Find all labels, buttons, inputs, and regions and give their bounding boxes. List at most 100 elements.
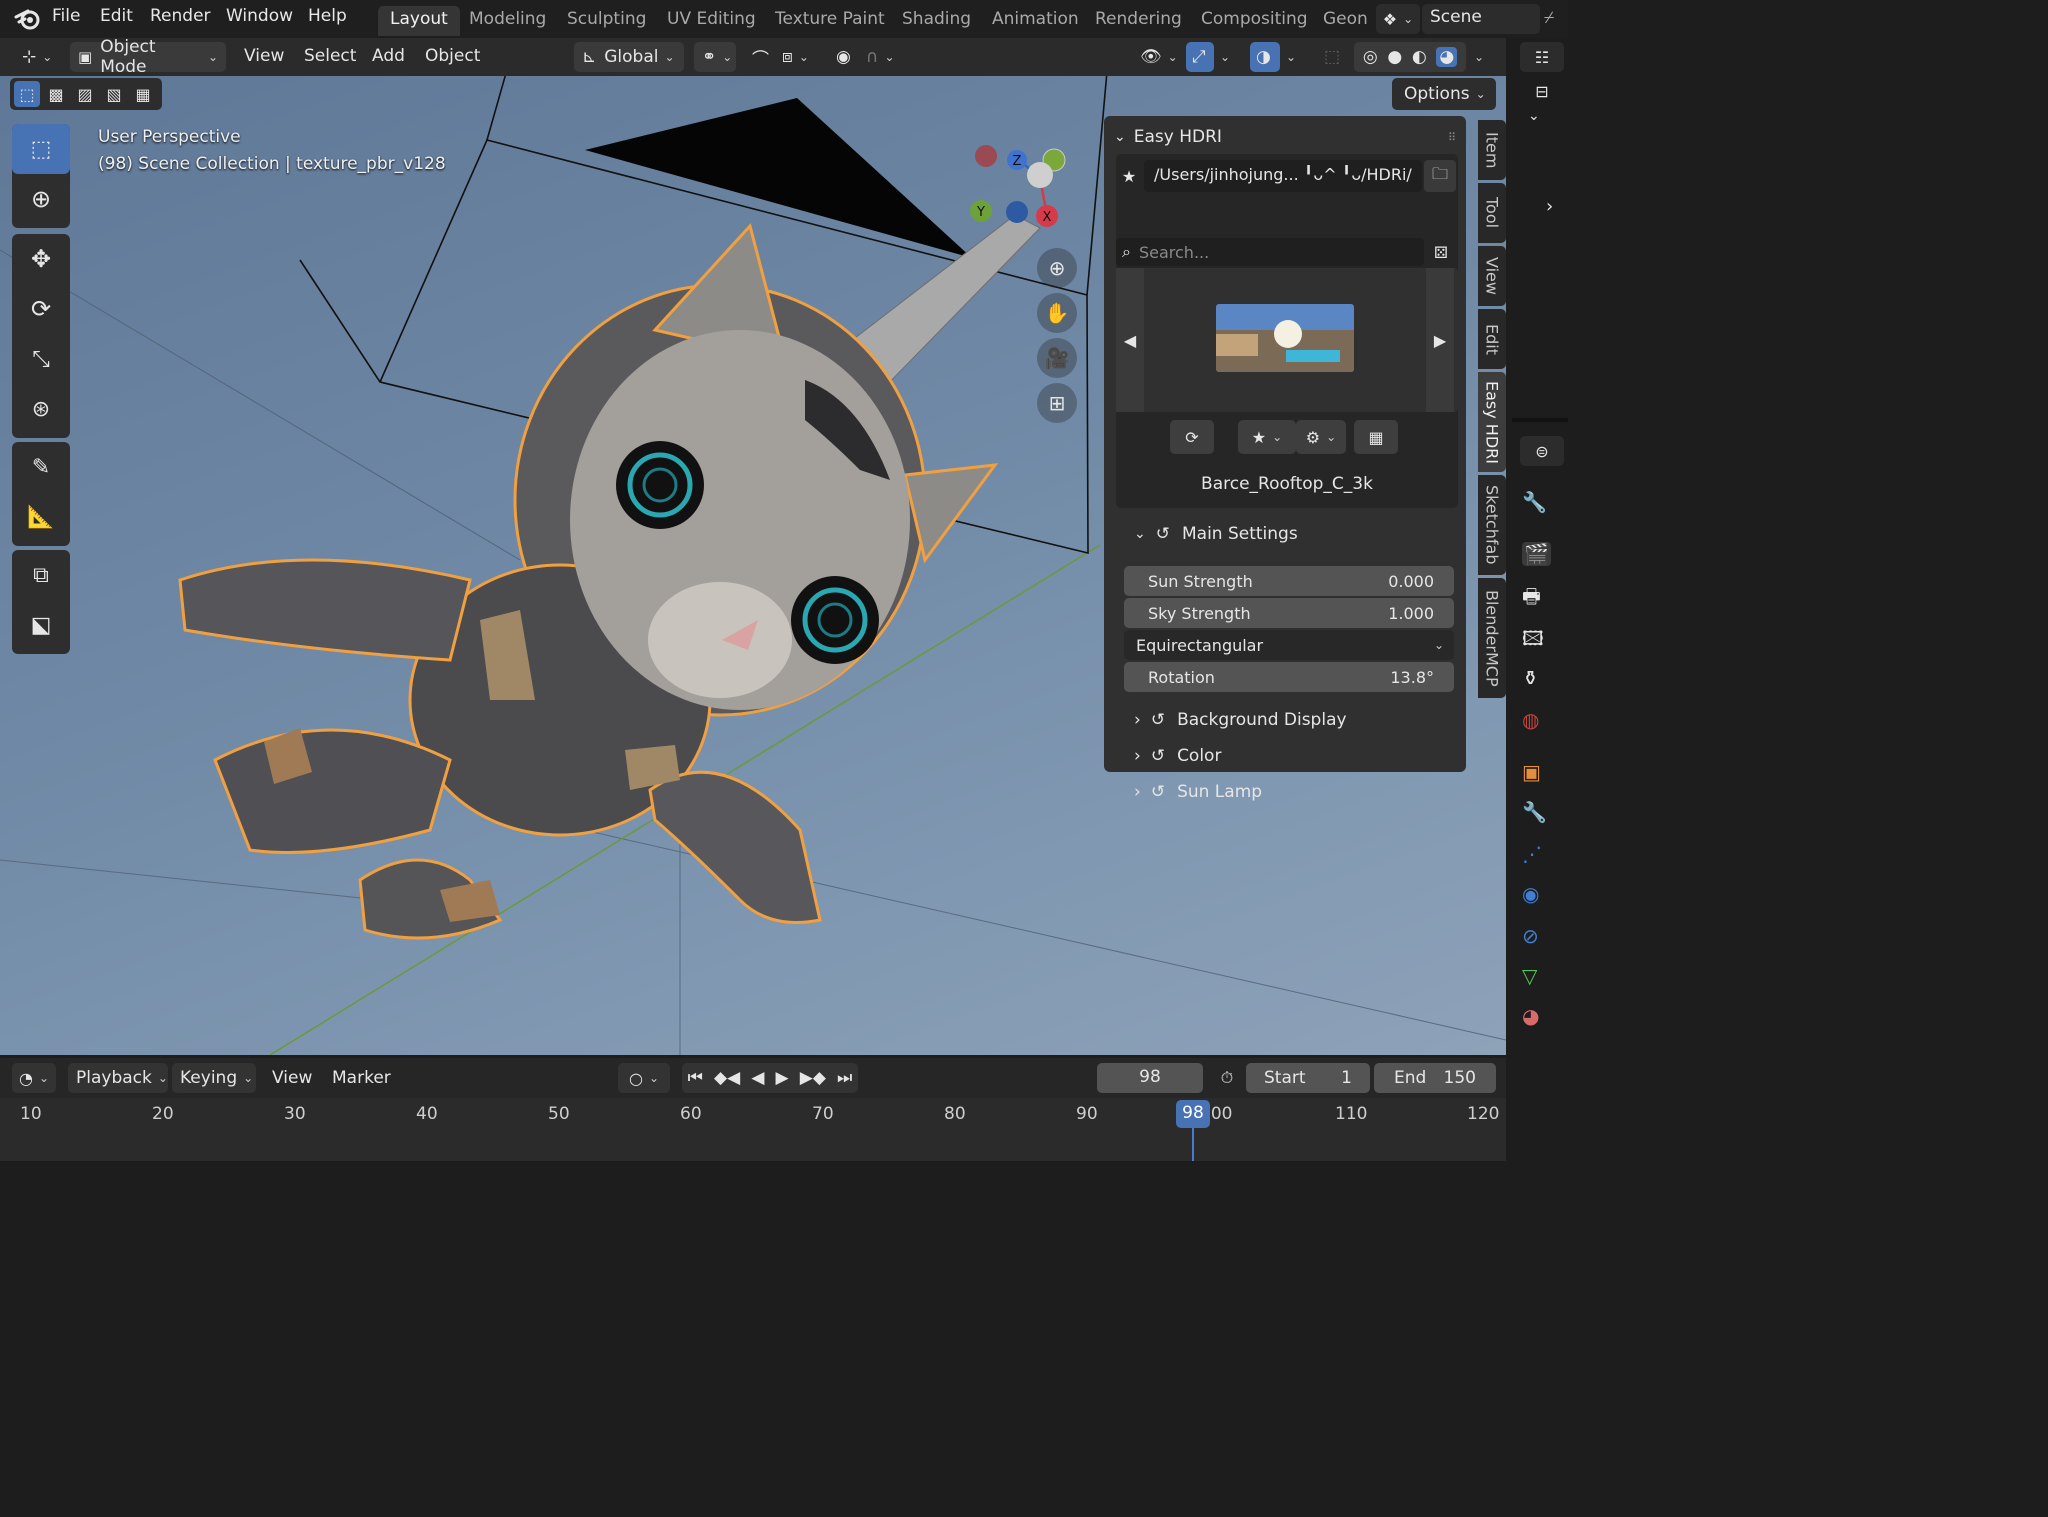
timeline-menu-view[interactable]: View (272, 1068, 312, 1088)
navigation-gizmo[interactable]: Z Y X (965, 138, 1075, 238)
chevron-down-icon[interactable]: ⌄ (1528, 108, 1540, 124)
options-dropdown[interactable]: Options ⌄ (1392, 78, 1496, 110)
transform-orientation-dropdown[interactable]: ⊾ Global ⌄ (574, 42, 684, 72)
menu-render[interactable]: Render (150, 6, 211, 26)
menu-window[interactable]: Window (226, 6, 293, 26)
select-new-icon[interactable]: ⬚ (14, 81, 40, 107)
gizmo-toggle[interactable]: ⤢ (1186, 42, 1214, 72)
scene-selector-button[interactable]: ❖ ⌄ (1376, 4, 1420, 34)
tool-select-box[interactable]: ⬚ (12, 124, 70, 174)
tool-modify[interactable]: ⬕ (12, 600, 70, 650)
favorites-dropdown[interactable]: ★ ⌄ (1238, 420, 1296, 454)
sidebar-tab-blendermcp[interactable]: BlenderMCP (1478, 578, 1506, 698)
play-reverse-icon[interactable]: ◀ (751, 1068, 764, 1088)
proportional-edit-toggle[interactable]: ◉ (828, 42, 858, 72)
tool-annotate[interactable]: ✎ (12, 442, 70, 492)
sidebar-tab-edit[interactable]: Edit (1478, 309, 1506, 369)
blender-logo-icon[interactable] (14, 5, 42, 35)
settings-dropdown[interactable]: ⚙ ⌄ (1296, 420, 1346, 454)
menu-help[interactable]: Help (308, 6, 347, 26)
menu-add[interactable]: Add (372, 46, 405, 66)
wireframe-shading-icon[interactable]: ◎ (1363, 47, 1378, 67)
sidebar-tab-item[interactable]: Item (1478, 120, 1506, 180)
reset-icon[interactable]: ↺ (1151, 746, 1165, 766)
rendered-shading-icon[interactable]: ◕ (1436, 47, 1458, 67)
preview-range-toggle[interactable]: ⏱ (1212, 1063, 1242, 1093)
refresh-hdri-button[interactable]: ⟳ (1170, 420, 1214, 454)
xray-toggle[interactable]: ⬚ (1318, 42, 1348, 72)
tool-add-cube[interactable]: ⧉ (12, 550, 70, 600)
rotation-field[interactable]: Rotation 13.8° (1124, 662, 1454, 692)
scene-properties-icon[interactable]: ⚱ (1522, 666, 1539, 690)
sidebar-tab-sketchfab[interactable]: Sketchfab (1478, 475, 1506, 575)
tool-rotate[interactable]: ⟳ (12, 284, 70, 334)
menu-object[interactable]: Object (425, 46, 480, 66)
hdri-search-input[interactable]: ⌕ Search... (1116, 238, 1424, 266)
properties-editor-type-button[interactable]: ⊜ (1520, 436, 1564, 466)
workspace-tab-uv-editing[interactable]: UV Editing (655, 6, 768, 36)
drag-handle-icon[interactable]: ⠿ (1448, 131, 1456, 144)
workspace-tab-geometry-nodes[interactable]: Geon (1311, 6, 1367, 36)
play-icon[interactable]: ▶ (776, 1068, 789, 1088)
view-layer-properties-icon[interactable]: 🖾 (1522, 624, 1544, 658)
workspace-tab-layout[interactable]: Layout (378, 6, 460, 36)
checker-preview-button[interactable]: ▦ (1354, 420, 1398, 454)
start-frame-field[interactable]: Start 1 (1246, 1063, 1370, 1093)
playhead-frame-badge[interactable]: 98 (1176, 1100, 1210, 1128)
select-intersect-icon[interactable]: ▦ (130, 81, 156, 107)
material-preview-shading-icon[interactable]: ◐ (1412, 47, 1427, 67)
favorite-path-button[interactable]: ★ (1116, 160, 1142, 192)
workspace-tab-animation[interactable]: Animation (980, 6, 1091, 36)
workspace-tab-rendering[interactable]: Rendering (1083, 6, 1194, 36)
shading-dropdown[interactable]: ⌄ (1468, 42, 1496, 72)
workspace-tab-sculpting[interactable]: Sculpting (555, 6, 658, 36)
visibility-dropdown[interactable]: 👁 ⌄ (1132, 42, 1178, 72)
sun-lamp-section-header[interactable]: › ↺ Sun Lamp (1134, 782, 1262, 802)
pan-view-button[interactable]: ✋ (1037, 293, 1077, 333)
end-frame-field[interactable]: End 150 (1374, 1063, 1496, 1093)
workspace-tab-modeling[interactable]: Modeling (457, 6, 558, 36)
next-hdri-button[interactable]: ▶ (1426, 268, 1454, 412)
modifier-properties-icon[interactable]: 🔧 (1522, 800, 1547, 824)
reset-icon[interactable]: ↺ (1151, 782, 1165, 802)
timeline-menu-marker[interactable]: Marker (332, 1068, 391, 1088)
overlays-toggle[interactable]: ◑ (1250, 42, 1280, 72)
projection-dropdown[interactable]: Equirectangular ⌄ (1124, 630, 1454, 660)
constraints-properties-icon[interactable]: ⊘ (1522, 924, 1539, 948)
camera-view-button[interactable]: 🎥 (1037, 338, 1077, 378)
pivot-point-dropdown[interactable]: ⚭ ⌄ (694, 42, 736, 72)
zoom-view-button[interactable]: ⊕ (1037, 248, 1077, 288)
random-hdri-button[interactable]: ⚄ (1426, 238, 1456, 266)
sun-strength-field[interactable]: Sun Strength 0.000 (1124, 566, 1454, 596)
sidebar-tab-easy-hdri[interactable]: Easy HDRI (1478, 372, 1506, 472)
jump-keyframe-forward-icon[interactable]: ▶◆ (800, 1068, 826, 1088)
hdri-path-field[interactable]: /Users/jinhojung... ╹ᴗ^ ╹ᴗ/HDRi/ (1144, 160, 1422, 192)
world-properties-icon[interactable]: ◍ (1522, 708, 1539, 732)
area-divider[interactable] (1512, 418, 1568, 422)
sidebar-tab-view[interactable]: View (1478, 246, 1506, 306)
tool-move[interactable]: ✥ (12, 234, 70, 284)
jump-keyframe-back-icon[interactable]: ◆◀ (714, 1068, 740, 1088)
reset-icon[interactable]: ↺ (1156, 524, 1170, 544)
outliner-filter-button[interactable]: ⊟ (1526, 78, 1558, 104)
tool-scale[interactable]: ⤡ (12, 334, 70, 384)
jump-end-icon[interactable]: ⏭ (837, 1068, 852, 1088)
3d-viewport[interactable]: ⊹ ⌄ ▣ Object Mode ⌄ View Select Add Object… (0, 38, 1506, 1055)
select-invert-icon[interactable]: ▧ (101, 81, 127, 107)
falloff-dropdown[interactable]: ∩ ⌄ (858, 42, 904, 72)
gizmo-dropdown[interactable]: ⌄ (1214, 42, 1242, 72)
tool-measure[interactable]: 📐 (12, 492, 70, 542)
reset-icon[interactable]: ↺ (1151, 710, 1165, 730)
material-properties-icon[interactable]: ◕ (1522, 1004, 1539, 1028)
auto-keying-toggle[interactable]: ○ ⌄ (618, 1063, 670, 1093)
easy-hdri-header[interactable]: ⌄ Easy HDRI ⠿ (1114, 122, 1456, 152)
tool-transform[interactable]: ⊛ (12, 384, 70, 434)
workspace-tab-compositing[interactable]: Compositing (1189, 6, 1320, 36)
select-extend-icon[interactable]: ▩ (43, 81, 69, 107)
color-section-header[interactable]: › ↺ Color (1134, 746, 1221, 766)
tool-properties-icon[interactable]: 🔧 (1522, 490, 1547, 514)
menu-view[interactable]: View (244, 46, 284, 66)
keying-menu[interactable]: Keying ⌄ (172, 1063, 256, 1093)
sidebar-tab-tool[interactable]: Tool (1478, 183, 1506, 243)
snap-target-dropdown[interactable]: ⧈ ⌄ (774, 42, 820, 72)
